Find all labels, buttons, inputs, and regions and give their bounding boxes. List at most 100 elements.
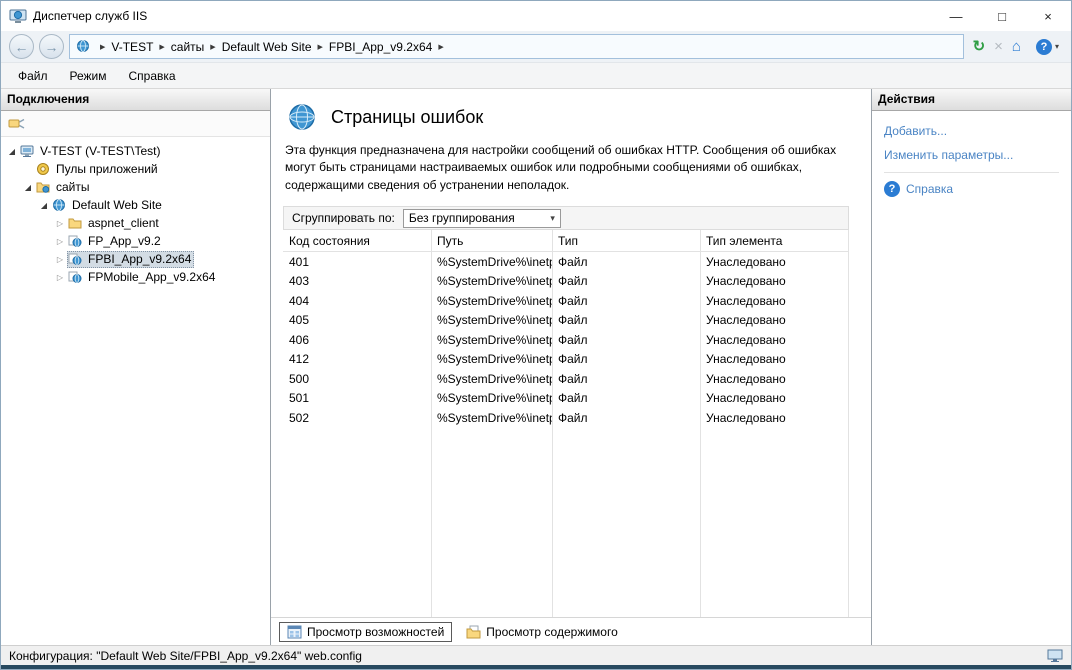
- table-row[interactable]: 404%SystemDrive%\inetpu...ФайлУнаследова…: [283, 291, 848, 311]
- group-by-value: Без группирования: [409, 211, 515, 225]
- table-row[interactable]: 406%SystemDrive%\inetpu...ФайлУнаследова…: [283, 330, 848, 350]
- table-cell: 403: [283, 274, 431, 288]
- maximize-button[interactable]: □: [979, 1, 1025, 31]
- breadcrumb-arrow-icon[interactable]: ▶: [432, 43, 449, 51]
- table-cell: 501: [283, 391, 431, 405]
- table-row[interactable]: 500%SystemDrive%\inetpu...ФайлУнаследова…: [283, 369, 848, 389]
- table-row[interactable]: 501%SystemDrive%\inetpu...ФайлУнаследова…: [283, 389, 848, 409]
- table-cell: Унаследовано: [700, 372, 849, 386]
- view-tab[interactable]: Просмотр возможностей: [279, 622, 452, 642]
- help-menu[interactable]: ? ▾: [1030, 39, 1059, 55]
- window-controls: — □ ×: [933, 1, 1071, 31]
- breadcrumb-item[interactable]: сайты: [171, 40, 205, 54]
- tree-item-body[interactable]: aspnet_client: [67, 215, 162, 232]
- error-pages-table: Код состоянияПутьТипТип элемента 401%Sys…: [283, 230, 849, 617]
- content-area: Подключения ◢V-TEST (V-TEST\Test)Пулы пр…: [1, 89, 1071, 645]
- menu-item-0[interactable]: Файл: [7, 63, 59, 89]
- tree-item-body[interactable]: FPBI_App_v9.2x64: [67, 251, 194, 268]
- action-item[interactable]: Изменить параметры...: [884, 148, 1059, 162]
- table-row[interactable]: 403%SystemDrive%\inetpu...ФайлУнаследова…: [283, 272, 848, 292]
- table-row[interactable]: 401%SystemDrive%\inetpu...ФайлУнаследова…: [283, 252, 848, 272]
- stop-icon[interactable]: ×: [994, 39, 1003, 54]
- table-cell: 404: [283, 294, 431, 308]
- tree-item[interactable]: ◢Default Web Site: [1, 196, 270, 214]
- action-link[interactable]: Справка: [906, 182, 953, 196]
- breadcrumb-arrow-icon[interactable]: ▶: [204, 43, 221, 51]
- action-link[interactable]: Изменить параметры...: [884, 148, 1013, 162]
- column-header[interactable]: Код состояния: [283, 234, 431, 248]
- expander-icon[interactable]: ◢: [5, 147, 19, 156]
- minimize-button[interactable]: —: [933, 1, 979, 31]
- column-header[interactable]: Тип элемента: [700, 234, 849, 248]
- table-row[interactable]: 412%SystemDrive%\inetpu...ФайлУнаследова…: [283, 350, 848, 370]
- menu-item-1[interactable]: Режим: [59, 63, 118, 89]
- expander-icon[interactable]: ◢: [37, 201, 51, 210]
- feature-description: Эта функция предназначена для настройки …: [271, 136, 871, 202]
- tree-item[interactable]: ▷FPBI_App_v9.2x64: [1, 250, 270, 268]
- refresh-icon[interactable]: ↻: [973, 39, 986, 54]
- tree-item-body[interactable]: сайты: [35, 179, 93, 196]
- table-cell: %SystemDrive%\inetpu...: [431, 294, 552, 308]
- iis-manager-window: Диспетчер служб IIS — □ × ← → ▶V-TEST▶са…: [0, 0, 1072, 670]
- iis-app-icon: [9, 8, 27, 24]
- view-tab[interactable]: Просмотр содержимого: [458, 622, 625, 642]
- breadcrumb-arrow-icon[interactable]: ▶: [312, 43, 329, 51]
- connections-tree: ◢V-TEST (V-TEST\Test)Пулы приложений◢сай…: [1, 137, 270, 645]
- expander-icon[interactable]: ▷: [53, 237, 67, 246]
- expander-icon[interactable]: ◢: [21, 183, 35, 192]
- address-toolbar: ↻ × ⌂ ? ▾: [969, 39, 1063, 55]
- expander-icon[interactable]: ▷: [53, 273, 67, 282]
- forward-button[interactable]: →: [39, 34, 64, 59]
- tree-item[interactable]: ◢сайты: [1, 178, 270, 196]
- breadcrumb-arrow-icon[interactable]: ▶: [153, 43, 170, 51]
- breadcrumb: ▶V-TEST▶сайты▶Default Web Site▶FPBI_App_…: [69, 34, 964, 59]
- table-cell: Файл: [552, 411, 700, 425]
- status-text: Конфигурация: "Default Web Site/FPBI_App…: [9, 649, 362, 663]
- actions-panel: Действия Добавить...Изменить параметры..…: [871, 89, 1071, 645]
- tree-item-body[interactable]: V-TEST (V-TEST\Test): [19, 143, 163, 160]
- create-connection-icon[interactable]: [5, 113, 27, 135]
- group-by-dropdown[interactable]: Без группирования ▾: [403, 209, 561, 228]
- table-row[interactable]: 502%SystemDrive%\inetpu...ФайлУнаследова…: [283, 408, 848, 428]
- help-icon: ?: [884, 181, 900, 197]
- table-cell: Файл: [552, 313, 700, 327]
- close-button[interactable]: ×: [1025, 1, 1071, 31]
- table-cell: %SystemDrive%\inetpu...: [431, 333, 552, 347]
- tree-item[interactable]: ▷ aspnet_client: [1, 214, 270, 232]
- tree-item-body[interactable]: Default Web Site: [51, 197, 165, 214]
- table-body: 401%SystemDrive%\inetpu...ФайлУнаследова…: [283, 252, 848, 428]
- home-icon[interactable]: ⌂: [1012, 39, 1021, 54]
- column-header[interactable]: Путь: [431, 234, 552, 248]
- table-cell: Файл: [552, 255, 700, 269]
- table-cell: 412: [283, 352, 431, 366]
- tree-item-body[interactable]: Пулы приложений: [35, 161, 161, 178]
- breadcrumb-item[interactable]: Default Web Site: [222, 40, 312, 54]
- tree-item[interactable]: ◢V-TEST (V-TEST\Test): [1, 142, 270, 160]
- connections-panel: Подключения ◢V-TEST (V-TEST\Test)Пулы пр…: [1, 89, 271, 645]
- table-row[interactable]: 405%SystemDrive%\inetpu...ФайлУнаследова…: [283, 311, 848, 331]
- expander-icon[interactable]: ▷: [53, 255, 67, 264]
- menu-item-2[interactable]: Справка: [118, 63, 187, 89]
- tree-item[interactable]: Пулы приложений: [1, 160, 270, 178]
- feature-view: Страницы ошибок Эта функция предназначен…: [271, 89, 871, 645]
- content-view-icon: [466, 625, 481, 639]
- tree-item-label: aspnet_client: [88, 216, 159, 230]
- tree-item[interactable]: ▷FPMobile_App_v9.2x64: [1, 268, 270, 286]
- table-cell: %SystemDrive%\inetpu...: [431, 352, 552, 366]
- actions-divider: [884, 172, 1059, 173]
- action-link[interactable]: Добавить...: [884, 124, 947, 138]
- help-icon[interactable]: ?: [1036, 39, 1052, 55]
- column-header[interactable]: Тип: [552, 234, 700, 248]
- breadcrumb-item[interactable]: V-TEST: [111, 40, 153, 54]
- back-button[interactable]: ←: [9, 34, 34, 59]
- action-item[interactable]: ? Справка: [884, 181, 1059, 197]
- breadcrumb-item[interactable]: FPBI_App_v9.2x64: [329, 40, 432, 54]
- app-icon: [68, 270, 84, 284]
- breadcrumb-arrow-icon[interactable]: ▶: [94, 43, 111, 51]
- tree-item[interactable]: ▷FP_App_v9.2: [1, 232, 270, 250]
- tree-item-body[interactable]: FP_App_v9.2: [67, 233, 164, 250]
- expander-icon[interactable]: ▷: [53, 219, 67, 228]
- action-item[interactable]: Добавить...: [884, 124, 1059, 138]
- tree-item-body[interactable]: FPMobile_App_v9.2x64: [67, 269, 218, 286]
- chevron-down-icon: ▾: [550, 213, 555, 224]
